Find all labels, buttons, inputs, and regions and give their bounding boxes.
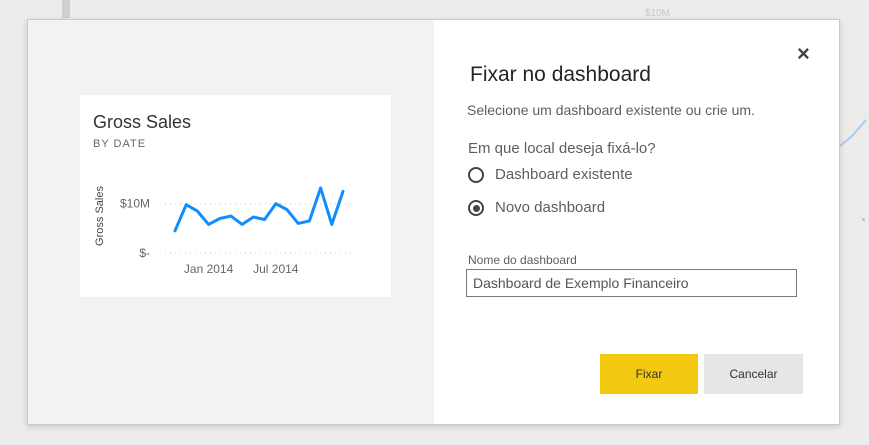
gross-sales-line-chart: $10M $- Jan 2014 Jul 2014 Gross Sales bbox=[94, 186, 352, 276]
y-tick-label: $10M bbox=[120, 197, 150, 211]
close-icon[interactable]: × bbox=[797, 43, 810, 65]
background-dot bbox=[862, 218, 865, 221]
location-question: Em que local deseja fixá-lo? bbox=[468, 140, 656, 157]
gross-sales-series-line bbox=[173, 186, 345, 233]
radio-unchecked-icon[interactable] bbox=[468, 166, 484, 183]
y-axis-title: Gross Sales bbox=[94, 186, 106, 246]
background-scrollbar bbox=[62, 0, 70, 18]
radio-existing-dashboard[interactable]: Dashboard existente bbox=[468, 166, 633, 183]
dialog-title: Fixar no dashboard bbox=[470, 63, 651, 86]
dialog-subtitle: Selecione um dashboard existente ou crie… bbox=[467, 102, 755, 118]
tile-preview-pane: Gross Sales BY DATE $10M $- Jan 2014 Jul 20… bbox=[28, 20, 434, 424]
radio-existing-label: Dashboard existente bbox=[495, 166, 633, 183]
radio-new-dashboard[interactable]: Novo dashboard bbox=[468, 199, 605, 216]
background-axis-label: $10M bbox=[645, 8, 671, 19]
y-tick-label: $- bbox=[139, 246, 150, 260]
dashboard-name-input[interactable] bbox=[466, 269, 797, 297]
tile-preview: Gross Sales BY DATE $10M $- Jan 2014 Jul 20… bbox=[80, 95, 391, 297]
x-tick-label: Jan 2014 bbox=[184, 262, 234, 276]
radio-checked-icon[interactable] bbox=[468, 199, 484, 216]
radio-new-label: Novo dashboard bbox=[495, 199, 606, 216]
pin-to-dashboard-dialog: Gross Sales BY DATE $10M $- Jan 2014 Jul 20… bbox=[27, 19, 840, 425]
background-line-fragment bbox=[839, 119, 867, 147]
dashboard-name-label: Nome do dashboard bbox=[468, 253, 577, 267]
x-tick-label: Jul 2014 bbox=[253, 262, 299, 276]
cancel-button[interactable]: Cancelar bbox=[704, 354, 803, 394]
pin-button[interactable]: Fixar bbox=[600, 354, 698, 394]
